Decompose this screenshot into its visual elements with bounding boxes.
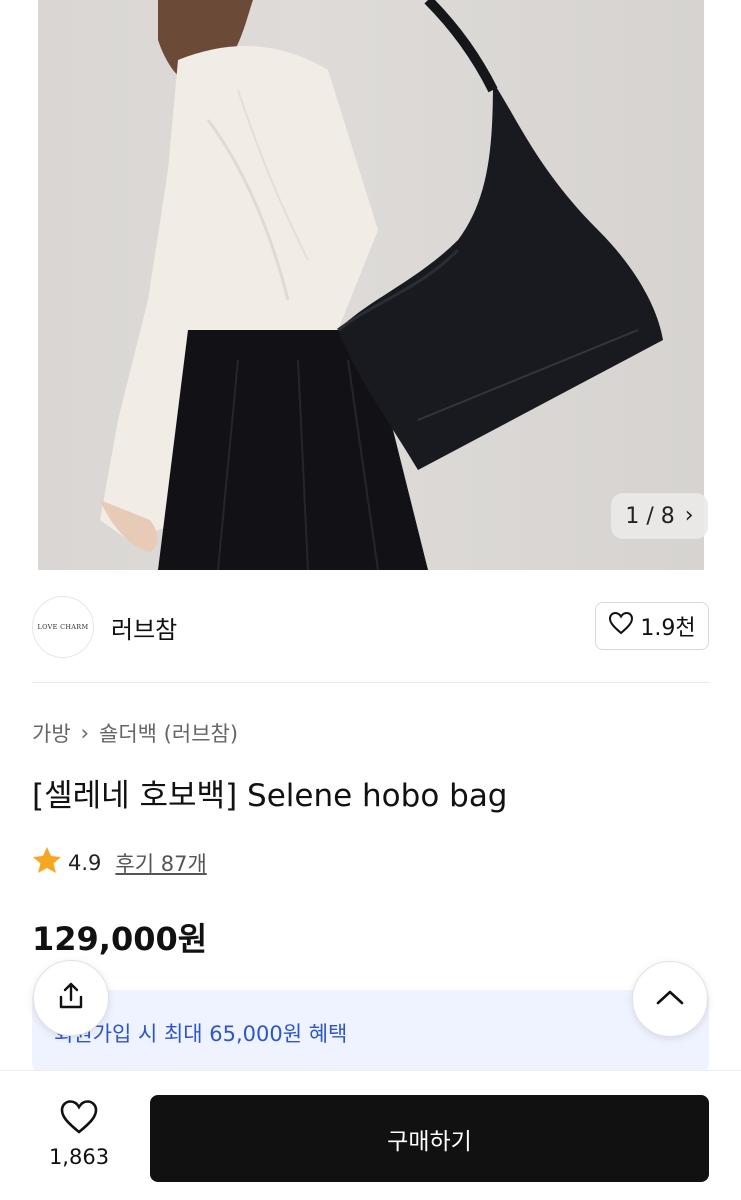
- image-counter[interactable]: 1 / 8 ›: [611, 493, 708, 539]
- chevron-up-icon: [655, 987, 685, 1011]
- brand-row: LOVE CHARM 러브참 1.9천: [0, 570, 741, 682]
- breadcrumb-item-category[interactable]: 가방: [32, 718, 71, 748]
- wishlist-button[interactable]: 1,863: [30, 1099, 128, 1169]
- product-title: [셀레네 호보백] Selene hobo bag: [32, 778, 508, 814]
- rating-value: 4.9: [68, 850, 102, 875]
- brand-logo-text: LOVE CHARM: [37, 623, 89, 631]
- breadcrumb-item-subcategory[interactable]: 숄더백 (러브참): [99, 718, 238, 748]
- wishlist-count: 1,863: [48, 1145, 110, 1169]
- product-price: 129,000원: [32, 920, 208, 958]
- brand-like-count: 1.9천: [640, 616, 696, 641]
- image-counter-text: 1 / 8: [625, 503, 675, 529]
- bottom-action-bar: 1,863 구매하기: [0, 1070, 741, 1200]
- brand-logo[interactable]: LOVE CHARM: [32, 596, 94, 658]
- scroll-to-top-button[interactable]: [632, 961, 708, 1037]
- divider: [32, 682, 709, 683]
- heart-outline-icon: [608, 611, 634, 641]
- product-photo[interactable]: [38, 0, 704, 570]
- buy-button[interactable]: 구매하기: [150, 1095, 709, 1182]
- brand-name[interactable]: 러브참: [111, 610, 177, 645]
- breadcrumb: 가방 › 숄더백 (러브참): [32, 718, 238, 748]
- heart-outline-icon: [59, 1099, 99, 1139]
- chevron-right-icon[interactable]: ›: [685, 505, 694, 527]
- rating-row: 4.9 후기 87개: [32, 846, 207, 879]
- brand-like-button[interactable]: 1.9천: [595, 602, 709, 650]
- share-button[interactable]: [33, 960, 109, 1036]
- product-image-gallery[interactable]: 1 / 8 ›: [0, 0, 741, 570]
- star-icon: [32, 846, 62, 879]
- chevron-right-icon: ›: [80, 721, 90, 745]
- signup-benefit-banner[interactable]: 회원가입 시 최대 65,000원 혜택 ›: [32, 990, 709, 1072]
- share-icon: [56, 981, 86, 1015]
- review-count-link[interactable]: 후기 87개: [115, 848, 206, 878]
